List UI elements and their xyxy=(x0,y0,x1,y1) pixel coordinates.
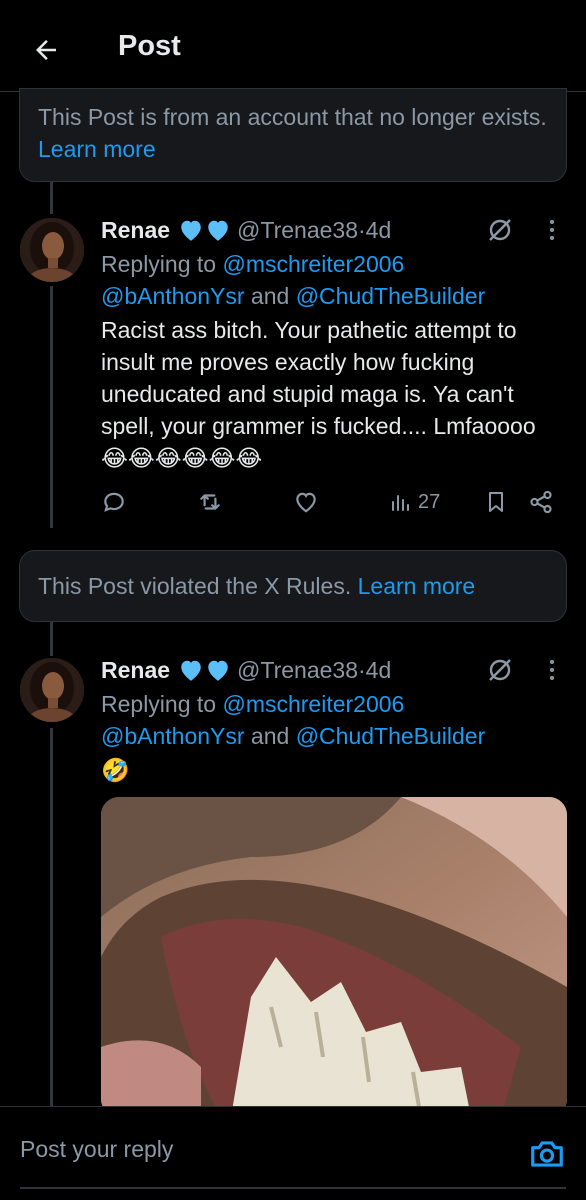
blue-heart-icon xyxy=(178,658,231,682)
heart-icon xyxy=(296,492,316,513)
views-button[interactable]: 27 xyxy=(388,482,440,522)
tweet-text: 🤣 xyxy=(101,754,571,786)
separator: · xyxy=(358,217,366,243)
replying-label: Replying to xyxy=(101,251,223,277)
notice-text: This Post is from an account that no lon… xyxy=(38,104,547,130)
tweet-header: Renae @Trenae38 · 4d xyxy=(101,214,391,246)
tweet-emoji: 🤣 xyxy=(101,757,130,783)
deleted-account-notice: This Post is from an account that no lon… xyxy=(19,88,567,182)
replying-and: and xyxy=(244,723,296,749)
thread-line xyxy=(50,728,53,1106)
arrow-left-icon xyxy=(36,40,56,60)
repost-button[interactable] xyxy=(197,482,223,522)
notice-text: This Post violated the X Rules. xyxy=(38,573,358,599)
camera-icon[interactable] xyxy=(528,1135,566,1173)
mention-link[interactable]: @bAnthonYsr xyxy=(101,283,245,309)
replying-to: Replying to @mschreiter2006 @bAnthonYsr … xyxy=(101,688,561,752)
share-button[interactable] xyxy=(528,482,554,522)
timestamp[interactable]: 4d xyxy=(366,214,392,246)
thread-line xyxy=(50,182,53,214)
top-bar: Post xyxy=(0,0,586,92)
user-handle[interactable]: @Trenae38 xyxy=(237,214,358,246)
separator: · xyxy=(358,657,366,683)
more-options-icon[interactable] xyxy=(540,214,564,246)
bookmark-icon xyxy=(489,492,503,512)
reply-input[interactable]: Post your reply xyxy=(20,1129,500,1169)
mention-link[interactable]: @mschreiter2006 xyxy=(222,251,404,277)
thread-line xyxy=(50,286,53,528)
learn-more-link[interactable]: Learn more xyxy=(38,136,156,162)
bookmark-button[interactable] xyxy=(484,482,508,522)
like-button[interactable] xyxy=(293,482,319,522)
tweet-emoji: 😂😂😂😂😂😂 xyxy=(101,445,263,471)
share-icon xyxy=(530,490,552,514)
back-button[interactable] xyxy=(28,32,64,68)
mention-link[interactable]: @bAnthonYsr xyxy=(101,723,245,749)
reply-icon xyxy=(104,492,124,512)
user-handle[interactable]: @Trenae38 xyxy=(237,654,358,686)
more-options-icon[interactable] xyxy=(540,654,564,686)
display-name[interactable]: Renae xyxy=(101,654,170,686)
tweet-media-image[interactable] xyxy=(101,797,567,1117)
learn-more-link[interactable]: Learn more xyxy=(358,573,476,599)
tweet-actions: 27 xyxy=(101,482,561,522)
rules-violation-notice: This Post violated the X Rules. Learn mo… xyxy=(19,550,567,622)
views-icon xyxy=(392,495,409,511)
replying-label: Replying to xyxy=(101,691,223,717)
timestamp[interactable]: 4d xyxy=(366,654,392,686)
blue-heart-icon xyxy=(178,218,231,242)
reply-composer: Post your reply xyxy=(0,1106,586,1200)
replying-and: and xyxy=(244,283,296,309)
grok-icon[interactable] xyxy=(484,654,516,686)
grok-icon[interactable] xyxy=(484,214,516,246)
page-title: Post xyxy=(118,30,181,62)
mention-link[interactable]: @ChudTheBuilder xyxy=(296,283,486,309)
tweet-text: Racist ass bitch. Your pathetic attempt … xyxy=(101,314,571,474)
reply-button[interactable] xyxy=(101,482,127,522)
tweet-header: Renae @Trenae38 · 4d xyxy=(101,654,391,686)
mention-link[interactable]: @mschreiter2006 xyxy=(222,691,404,717)
avatar[interactable] xyxy=(20,658,84,722)
repost-icon xyxy=(200,494,220,510)
replying-to: Replying to @mschreiter2006 @bAnthonYsr … xyxy=(101,248,561,312)
mention-link[interactable]: @ChudTheBuilder xyxy=(296,723,486,749)
views-count: 27 xyxy=(418,490,441,513)
display-name[interactable]: Renae xyxy=(101,214,170,246)
tweet-text-content: Racist ass bitch. Your pathetic attempt … xyxy=(101,317,536,439)
thread-line xyxy=(50,622,53,656)
avatar[interactable] xyxy=(20,218,84,282)
reply-underline xyxy=(20,1187,566,1189)
